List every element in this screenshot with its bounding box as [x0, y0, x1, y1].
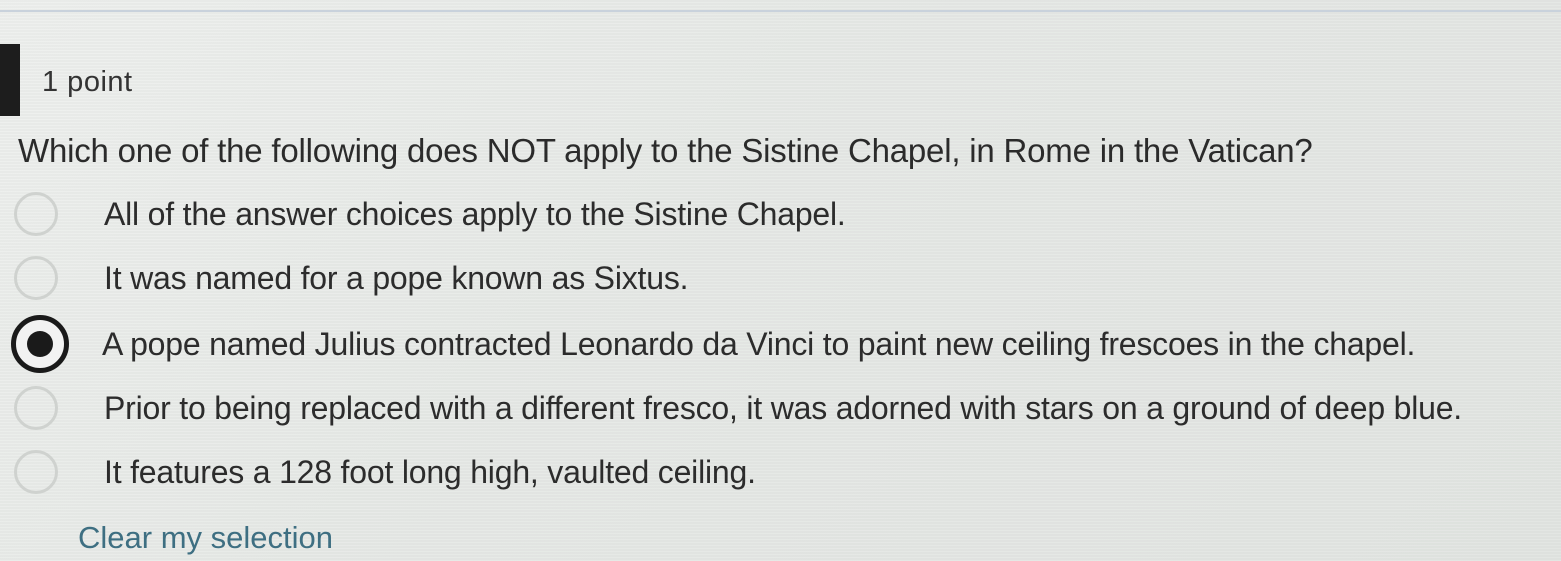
- points-label: 1 point: [42, 66, 133, 98]
- option-label: All of the answer choices apply to the S…: [104, 195, 846, 232]
- option-julius-leonardo[interactable]: A pope named Julius contracted Leonardo …: [11, 315, 1416, 373]
- option-label: It was named for a pope known as Sixtus.: [104, 259, 689, 296]
- radio-button[interactable]: [14, 386, 58, 430]
- option-all-apply[interactable]: All of the answer choices apply to the S…: [14, 186, 846, 242]
- question-text: Which one of the following does NOT appl…: [18, 132, 1313, 169]
- question-card: 1 point Which one of the following does …: [0, 40, 1561, 561]
- radio-button[interactable]: [14, 192, 58, 236]
- option-label: A pope named Julius contracted Leonardo …: [102, 325, 1416, 362]
- option-128-foot-ceiling[interactable]: It features a 128 foot long high, vaulte…: [14, 444, 756, 500]
- radio-button[interactable]: [14, 450, 58, 494]
- option-stars-deep-blue[interactable]: Prior to being replaced with a different…: [14, 380, 1462, 436]
- option-label: Prior to being replaced with a different…: [104, 389, 1463, 426]
- clear-selection-link[interactable]: Clear my selection: [78, 520, 333, 556]
- option-named-for-sixtus[interactable]: It was named for a pope known as Sixtus.: [14, 250, 689, 306]
- radio-button[interactable]: [14, 256, 58, 300]
- option-label: It features a 128 foot long high, vaulte…: [104, 453, 756, 490]
- radio-button-selected[interactable]: [11, 315, 69, 373]
- question-marker: [0, 44, 20, 116]
- top-divider: [0, 10, 1561, 12]
